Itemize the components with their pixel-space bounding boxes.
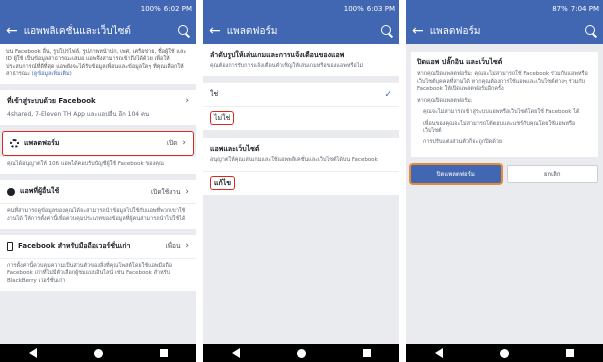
- apps-edit-label: แก้ไข: [210, 175, 236, 190]
- mobile-status: เพื่อน: [165, 242, 181, 251]
- platform-desc: คุณได้อนุญาตให้ 106 แอพได้คอบรับบัญชีผู้…: [0, 155, 196, 175]
- dialog-bullet-3: การปรับแต่งส่วนตัวก็จะถูกปิดด้วย: [423, 139, 503, 146]
- section-desc: คุณต้องการรับการแจ้งเตือนคำเชิญให้เล่นเก…: [210, 63, 364, 69]
- nav-home-icon[interactable]: [499, 348, 509, 358]
- option-yes[interactable]: ใช่ ✓: [203, 82, 399, 107]
- login-title: ที่เข้าสู่ระบบด้วย Facebook: [7, 96, 96, 105]
- nav-back-icon[interactable]: [231, 348, 240, 358]
- screen-platform-confirm: 87% 7:04 PM ← แพลตฟอร์ม ปิดแอพ ปลั๊กอิน …: [406, 0, 603, 362]
- login-sub: 4shared, 7-Eleven TH App และแอปอื่น อีก …: [7, 110, 150, 118]
- search-icon[interactable]: [585, 25, 597, 37]
- turn-off-platform-dialog: ปิดแอพ ปลั๊กอิน และเว็บไซต์ หากคุณปิดแพล…: [411, 52, 598, 157]
- dialog-paragraph-2: หากคุณปิดแพลตฟอร์ม:: [417, 97, 473, 104]
- platform-title: แพลตฟอร์ม: [24, 138, 60, 147]
- nav-home-icon[interactable]: [93, 348, 103, 358]
- battery-label: 100%: [343, 5, 364, 13]
- status-bar: 87% 7:04 PM: [406, 0, 603, 18]
- clock: 6:03 PM: [366, 5, 395, 13]
- nav-back-icon[interactable]: [28, 348, 37, 358]
- apps-title: แอพและเว็บไซต์: [210, 145, 260, 154]
- nav-recent-icon[interactable]: [159, 349, 168, 357]
- nav-recent-icon[interactable]: [362, 349, 371, 357]
- phone-icon: [7, 241, 13, 251]
- back-arrow-icon[interactable]: ←: [209, 24, 221, 38]
- turn-off-platform-button[interactable]: ปิดแพลตฟอร์ม: [411, 164, 501, 183]
- page-title: แอพพลิเคชั่นและเว็บไซต์: [23, 25, 131, 37]
- option-no[interactable]: ไม่ใช่: [203, 106, 399, 131]
- option-no-label: ไม่ใช่: [210, 111, 235, 126]
- chevron-right-icon: ›: [185, 241, 189, 252]
- dialog-bullet-2: เพื่อนของคุณจะไม่สามารถโต้ตอบและแชร์กับค…: [423, 120, 576, 134]
- platform-status: เปิด: [166, 139, 178, 148]
- gear-icon: [10, 138, 19, 148]
- back-arrow-icon[interactable]: ←: [412, 24, 424, 38]
- section-title: ลำดับรูปให้เล่นเกมและการแจ้งเตือนของแอพ: [210, 51, 345, 59]
- check-icon: ✓: [384, 89, 392, 100]
- back-arrow-icon[interactable]: ←: [6, 24, 18, 38]
- dialog-title: ปิดแอพ ปลั๊กอิน และเว็บไซต์: [417, 58, 503, 66]
- intro-text: บน Facebook อื่น, รูปโปรไฟล์, รูปภาพหน้า…: [0, 44, 196, 84]
- apps-desc: อนุญาตให้คุณเล่นเกมและใช้แอพพลิเคชั่นและ…: [210, 157, 378, 164]
- chevron-right-icon: ›: [182, 138, 186, 149]
- others-title: แอพที่ผู้อื่นใช้: [20, 187, 60, 196]
- platform-item[interactable]: แพลตฟอร์ม เปิด ›: [2, 130, 194, 156]
- nav-back-icon[interactable]: [434, 348, 443, 358]
- dialog-buttons: ปิดแพลตฟอร์ม ยกเลิก: [406, 164, 603, 183]
- clock: 7:04 PM: [570, 5, 599, 13]
- game-notification-section: ลำดับรูปให้เล่นเกมและการแจ้งเตือนของแอพ …: [203, 44, 399, 77]
- app-icon: [7, 187, 15, 196]
- chevron-right-icon: ›: [185, 186, 189, 197]
- android-nav-bar: [0, 344, 196, 362]
- search-icon[interactable]: [381, 25, 393, 37]
- app-bar: ← แอพพลิเคชั่นและเว็บไซต์: [0, 18, 196, 44]
- chevron-right-icon: ›: [185, 96, 189, 107]
- android-nav-bar: [203, 344, 399, 362]
- status-bar: 100% 6:03 PM: [203, 0, 399, 18]
- cancel-button[interactable]: ยกเลิก: [506, 164, 598, 183]
- nav-home-icon[interactable]: [296, 348, 306, 358]
- others-status: เปิดใช้งาน: [150, 187, 181, 196]
- mobile-title: Facebook สำหรับมือถือเวอร์ชั่นเก่า: [18, 241, 131, 250]
- nav-recent-icon[interactable]: [566, 349, 575, 357]
- learn-more-link[interactable]: (ดูข้อมูลเพิ่มเติม): [32, 71, 72, 77]
- others-desc: คนที่สามารถดูข้อมูลของคุณได้จะสามารถนำข้…: [0, 203, 196, 229]
- clock: 6:02 PM: [163, 5, 192, 13]
- dialog-bullet-1: คุณจะไม่สามารถเข้าสู่ระบบแอพหรือเว็บไซต์…: [423, 109, 580, 116]
- status-bar: 100% 6:02 PM: [0, 0, 196, 18]
- login-with-facebook-item[interactable]: ที่เข้าสู่ระบบด้วย Facebook › 4shared, 7…: [0, 89, 196, 125]
- android-nav-bar: [406, 344, 603, 362]
- app-bar: ← แพลตฟอร์ม: [406, 18, 603, 44]
- apps-edit-item[interactable]: แก้ไข: [203, 170, 399, 195]
- screen-apps-websites: 100% 6:02 PM ← แอพพลิเคชั่นและเว็บไซต์ บ…: [0, 0, 196, 362]
- battery-label: 100%: [140, 5, 161, 13]
- mobile-desc: การตั้งค่านี้ควบคุมความเป็นส่วนตัวของสิ่…: [0, 257, 196, 292]
- search-icon[interactable]: [178, 25, 190, 37]
- battery-label: 87%: [552, 5, 568, 13]
- page-title: แพลตฟอร์ม: [226, 25, 278, 37]
- dialog-paragraph-1: หากคุณปิดแพลตฟอร์ม: คุณจะไม่สามารถใช้ Fa…: [417, 71, 588, 93]
- option-yes-label: ใช่: [210, 90, 219, 99]
- apps-websites-section: แอพและเว็บไซต์ อนุญาตให้คุณเล่นเกมและใช้…: [203, 138, 399, 171]
- apps-others-use-item[interactable]: แอพที่ผู้อื่นใช้ เปิดใช้งาน ›: [0, 180, 196, 204]
- page-title: แพลตฟอร์ม: [429, 25, 481, 37]
- screen-platform: 100% 6:03 PM ← แพลตฟอร์ม ลำดับรูปให้เล่น…: [203, 0, 399, 362]
- app-bar: ← แพลตฟอร์ม: [203, 18, 399, 44]
- old-mobile-item[interactable]: Facebook สำหรับมือถือเวอร์ชั่นเก่า เพื่อ…: [0, 234, 196, 258]
